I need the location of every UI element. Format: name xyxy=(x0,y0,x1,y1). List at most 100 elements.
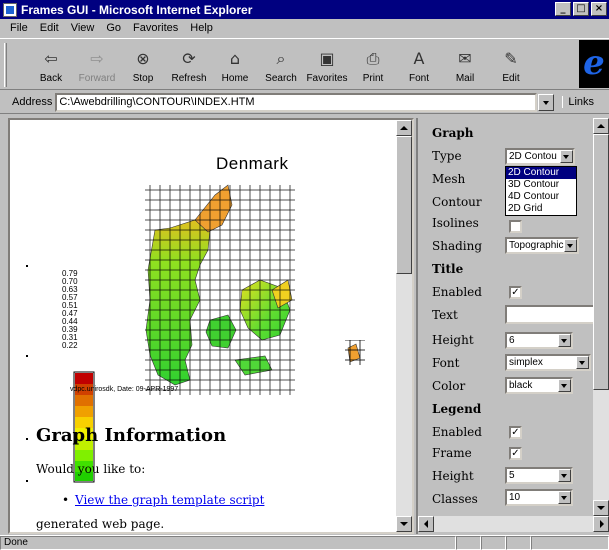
address-dropdown-button[interactable] xyxy=(538,93,555,111)
font-button[interactable]: A Font xyxy=(396,39,442,87)
scroll-down-button[interactable] xyxy=(396,516,412,532)
edit-label: Edit xyxy=(502,73,520,84)
type-option-4d-contour[interactable]: 4D Contour xyxy=(506,191,576,203)
title-bar: Frames GUI - Microsoft Internet Explorer… xyxy=(0,0,609,19)
close-button[interactable]: × xyxy=(591,2,607,16)
scroll-thumb[interactable] xyxy=(396,136,412,274)
chevron-down-icon xyxy=(558,491,571,504)
edit-button[interactable]: ✎ Edit xyxy=(488,39,534,87)
type-select[interactable]: 2D Contou xyxy=(505,148,575,165)
scroll-right-button[interactable] xyxy=(593,516,609,532)
address-bar: Address C:\Awebdrilling\CONTOUR\INDEX.HT… xyxy=(0,91,609,114)
mail-label: Mail xyxy=(455,73,475,84)
maximize-button[interactable]: □ xyxy=(573,2,589,16)
graph-information-heading: Graph Information xyxy=(36,425,227,446)
shading-select-value: Topographic xyxy=(509,240,564,251)
right-vertical-scrollbar[interactable] xyxy=(593,118,609,516)
title-height-value: 6 xyxy=(509,335,515,346)
isolines-checkbox[interactable] xyxy=(509,220,522,233)
legend-height-label: Height xyxy=(432,469,474,483)
browser-window: Frames GUI - Microsoft Internet Explorer… xyxy=(0,0,609,550)
denmark-contour-map xyxy=(145,184,365,395)
font-label: Font xyxy=(408,73,429,84)
shading-label: Shading xyxy=(432,239,483,253)
intro-paragraph: Would you like to: xyxy=(36,462,146,476)
menu-edit[interactable]: Edit xyxy=(34,22,65,34)
type-option-2d-grid[interactable]: 2D Grid xyxy=(506,203,576,215)
favorites-button[interactable]: ▣ Favorites xyxy=(304,39,350,87)
stop-label: Stop xyxy=(132,73,154,84)
bullet-marker: • xyxy=(62,493,70,507)
menu-file[interactable]: File xyxy=(4,22,34,34)
legend-classes-select[interactable]: 10 xyxy=(505,489,573,506)
menu-go[interactable]: Go xyxy=(100,22,127,34)
menu-view[interactable]: View xyxy=(65,22,101,34)
menu-bar: File Edit View Go Favorites Help xyxy=(0,19,609,37)
status-bar: Done xyxy=(0,535,609,550)
scroll-left-button[interactable] xyxy=(418,516,434,532)
type-option-2d-contour[interactable]: 2D Contour xyxy=(506,167,576,179)
template-script-link[interactable]: View the graph template script xyxy=(75,493,264,507)
title-height-select[interactable]: 6 xyxy=(505,332,573,349)
print-icon: ⎙ xyxy=(366,49,380,68)
menu-favorites[interactable]: Favorites xyxy=(127,22,184,34)
standard-toolbar: ⇦ Back ⇨ Forward ⊗ Stop ⟳ Refresh ⌂ Home ⌕ Sea… xyxy=(0,38,609,90)
home-button[interactable]: ⌂ Home xyxy=(212,39,258,87)
forward-label: Forward xyxy=(78,73,116,84)
toolbar-grip[interactable] xyxy=(4,43,7,87)
window-title: Frames GUI - Microsoft Internet Explorer xyxy=(21,2,253,17)
legend-enabled-checkbox[interactable]: ✓ xyxy=(509,426,522,439)
ie-logo-icon: e xyxy=(579,40,609,88)
legend-value-10: 0.22 xyxy=(62,341,78,350)
title-enabled-checkbox[interactable]: ✓ xyxy=(509,286,522,299)
scroll-down-button[interactable] xyxy=(593,500,609,516)
home-label: Home xyxy=(221,73,249,84)
mail-button[interactable]: ✉ Mail xyxy=(442,39,488,87)
scroll-thumb[interactable] xyxy=(593,134,609,390)
legend-frame-checkbox[interactable]: ✓ xyxy=(509,447,522,460)
chevron-down-icon xyxy=(560,150,573,163)
print-button[interactable]: ⎙ Print xyxy=(350,39,396,87)
edit-icon: ✎ xyxy=(504,49,518,68)
zone-icon xyxy=(531,536,609,550)
status-panel xyxy=(456,536,481,550)
right-horizontal-scrollbar[interactable] xyxy=(418,516,609,532)
graph-heading: Graph xyxy=(432,126,474,140)
type-dropdown-list[interactable]: 2D Contour 3D Contour 4D Contour 2D Grid xyxy=(505,166,577,216)
title-color-select[interactable]: black xyxy=(505,377,573,394)
plot-caption: vdpc.unirosdk, Date: 09-APR-1997 xyxy=(70,386,179,393)
refresh-label: Refresh xyxy=(171,73,207,84)
legend-height-select[interactable]: 5 xyxy=(505,467,573,484)
scroll-up-button[interactable] xyxy=(396,120,412,136)
legend-heading: Legend xyxy=(432,402,482,416)
back-button[interactable]: ⇦ Back xyxy=(28,39,74,87)
ie-page-icon xyxy=(3,2,17,17)
scroll-up-button[interactable] xyxy=(593,118,609,134)
frame-marker xyxy=(26,438,28,440)
legend-enabled-label: Enabled xyxy=(432,425,482,439)
chevron-down-icon xyxy=(558,334,571,347)
menu-help[interactable]: Help xyxy=(184,22,219,34)
legend-classes-label: Classes xyxy=(432,492,478,506)
type-option-3d-contour[interactable]: 3D Contour xyxy=(506,179,576,191)
type-select-value: 2D Contou xyxy=(509,151,557,162)
refresh-button[interactable]: ⟳ Refresh xyxy=(166,39,212,87)
forward-button[interactable]: ⇨ Forward xyxy=(74,39,120,87)
back-arrow-icon: ⇦ xyxy=(44,49,58,68)
forward-arrow-icon: ⇨ xyxy=(90,49,104,68)
shading-select[interactable]: Topographic xyxy=(505,237,579,254)
print-label: Print xyxy=(362,73,384,84)
left-vertical-scrollbar[interactable] xyxy=(396,120,412,532)
search-button[interactable]: ⌕ Search xyxy=(258,39,304,87)
status-panel xyxy=(506,536,531,550)
stop-button[interactable]: ⊗ Stop xyxy=(120,39,166,87)
title-font-label: Font xyxy=(432,356,460,370)
minimize-button[interactable]: _ xyxy=(555,2,571,16)
links-label[interactable]: Links xyxy=(562,96,594,108)
address-input[interactable]: C:\Awebdrilling\CONTOUR\INDEX.HTM xyxy=(55,92,538,112)
legend-height-value: 5 xyxy=(509,470,515,481)
address-label: Address xyxy=(12,96,53,108)
frame-marker xyxy=(26,355,28,357)
title-font-select[interactable]: simplex xyxy=(505,354,591,371)
title-text-input[interactable] xyxy=(505,305,605,324)
